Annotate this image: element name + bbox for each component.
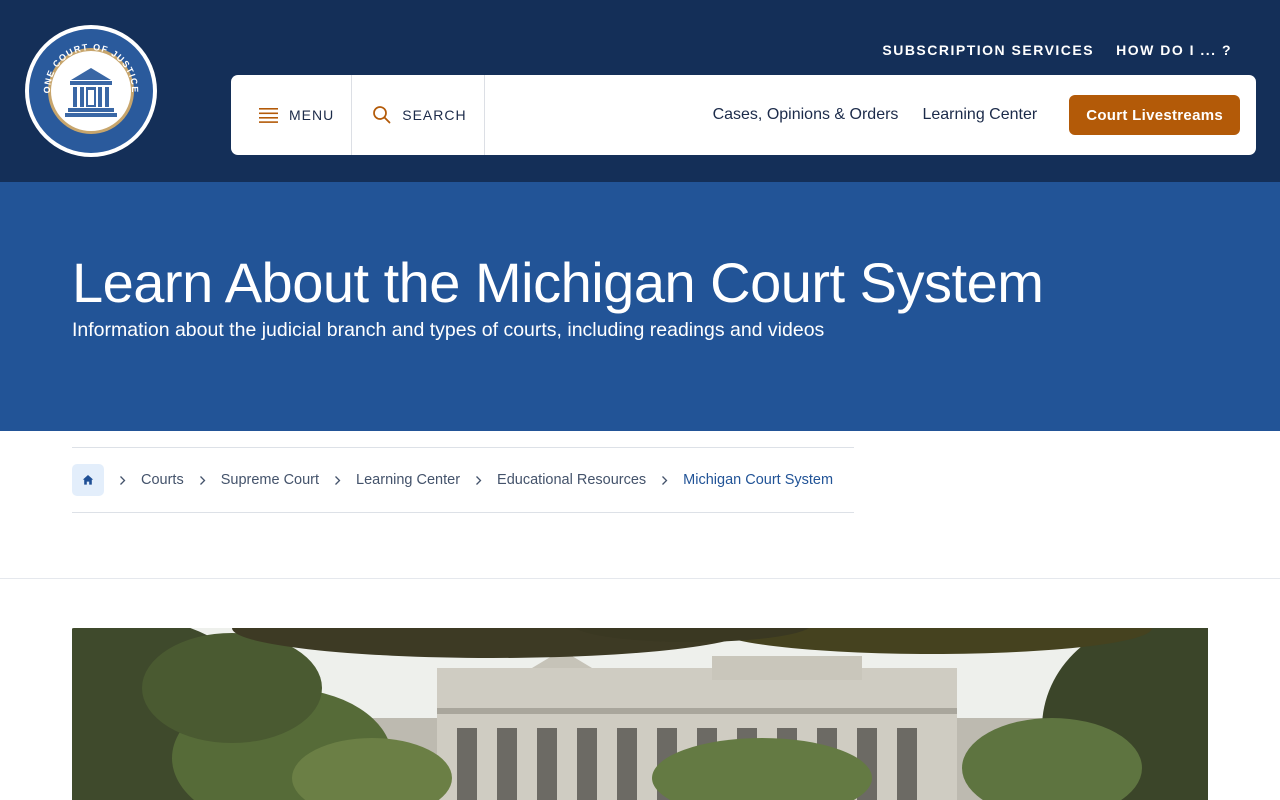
- court-logo[interactable]: ONE COURT OF JUSTICE MICHIGAN: [24, 24, 158, 158]
- section-divider: [0, 578, 1280, 579]
- breadcrumb-item-educational-resources[interactable]: Educational Resources: [497, 472, 646, 488]
- chevron-right-icon: [334, 475, 341, 486]
- menu-label: MENU: [289, 107, 335, 123]
- search-button[interactable]: SEARCH: [352, 75, 485, 155]
- courthouse-photo: [72, 628, 1208, 800]
- courthouse-photo-image: [72, 628, 1208, 800]
- site-header: ONE COURT OF JUSTICE MICHIGAN SUBSCRIPTI…: [0, 0, 1280, 182]
- breadcrumb-item-current: Michigan Court System: [683, 472, 834, 488]
- menu-button[interactable]: MENU: [231, 75, 353, 155]
- main-navbar: MENU SEARCH Cases, Opinions & Orders Lea…: [231, 75, 1256, 155]
- page-title: Learn About the Michigan Court System: [72, 251, 1044, 314]
- utility-nav: SUBSCRIPTION SERVICES HOW DO I ... ?: [882, 42, 1232, 58]
- home-icon: [82, 475, 94, 485]
- chevron-right-icon: [475, 475, 482, 486]
- chevron-right-icon: [119, 475, 126, 486]
- breadcrumb-item-learning-center[interactable]: Learning Center: [356, 472, 460, 488]
- breadcrumb-item-supreme-court[interactable]: Supreme Court: [221, 472, 319, 488]
- breadcrumb-item-courts[interactable]: Courts: [141, 472, 184, 488]
- breadcrumb-home-button[interactable]: [72, 464, 104, 496]
- court-livestreams-button[interactable]: Court Livestreams: [1069, 95, 1240, 135]
- search-icon: [373, 106, 391, 124]
- learning-center-link[interactable]: Learning Center: [922, 106, 1037, 124]
- how-do-i-link[interactable]: HOW DO I ... ?: [1116, 42, 1232, 58]
- hamburger-icon: [259, 108, 278, 123]
- chevron-right-icon: [661, 475, 668, 486]
- hero-banner: Learn About the Michigan Court System In…: [0, 182, 1280, 431]
- court-seal-icon: ONE COURT OF JUSTICE MICHIGAN: [25, 25, 157, 157]
- search-label: SEARCH: [402, 107, 467, 123]
- cases-opinions-orders-link[interactable]: Cases, Opinions & Orders: [713, 106, 899, 124]
- subscription-services-link[interactable]: SUBSCRIPTION SERVICES: [882, 42, 1094, 58]
- page-subtitle: Information about the judicial branch an…: [72, 319, 825, 341]
- chevron-right-icon: [199, 475, 206, 486]
- breadcrumb: Courts Supreme Court Learning Center Edu…: [72, 447, 854, 513]
